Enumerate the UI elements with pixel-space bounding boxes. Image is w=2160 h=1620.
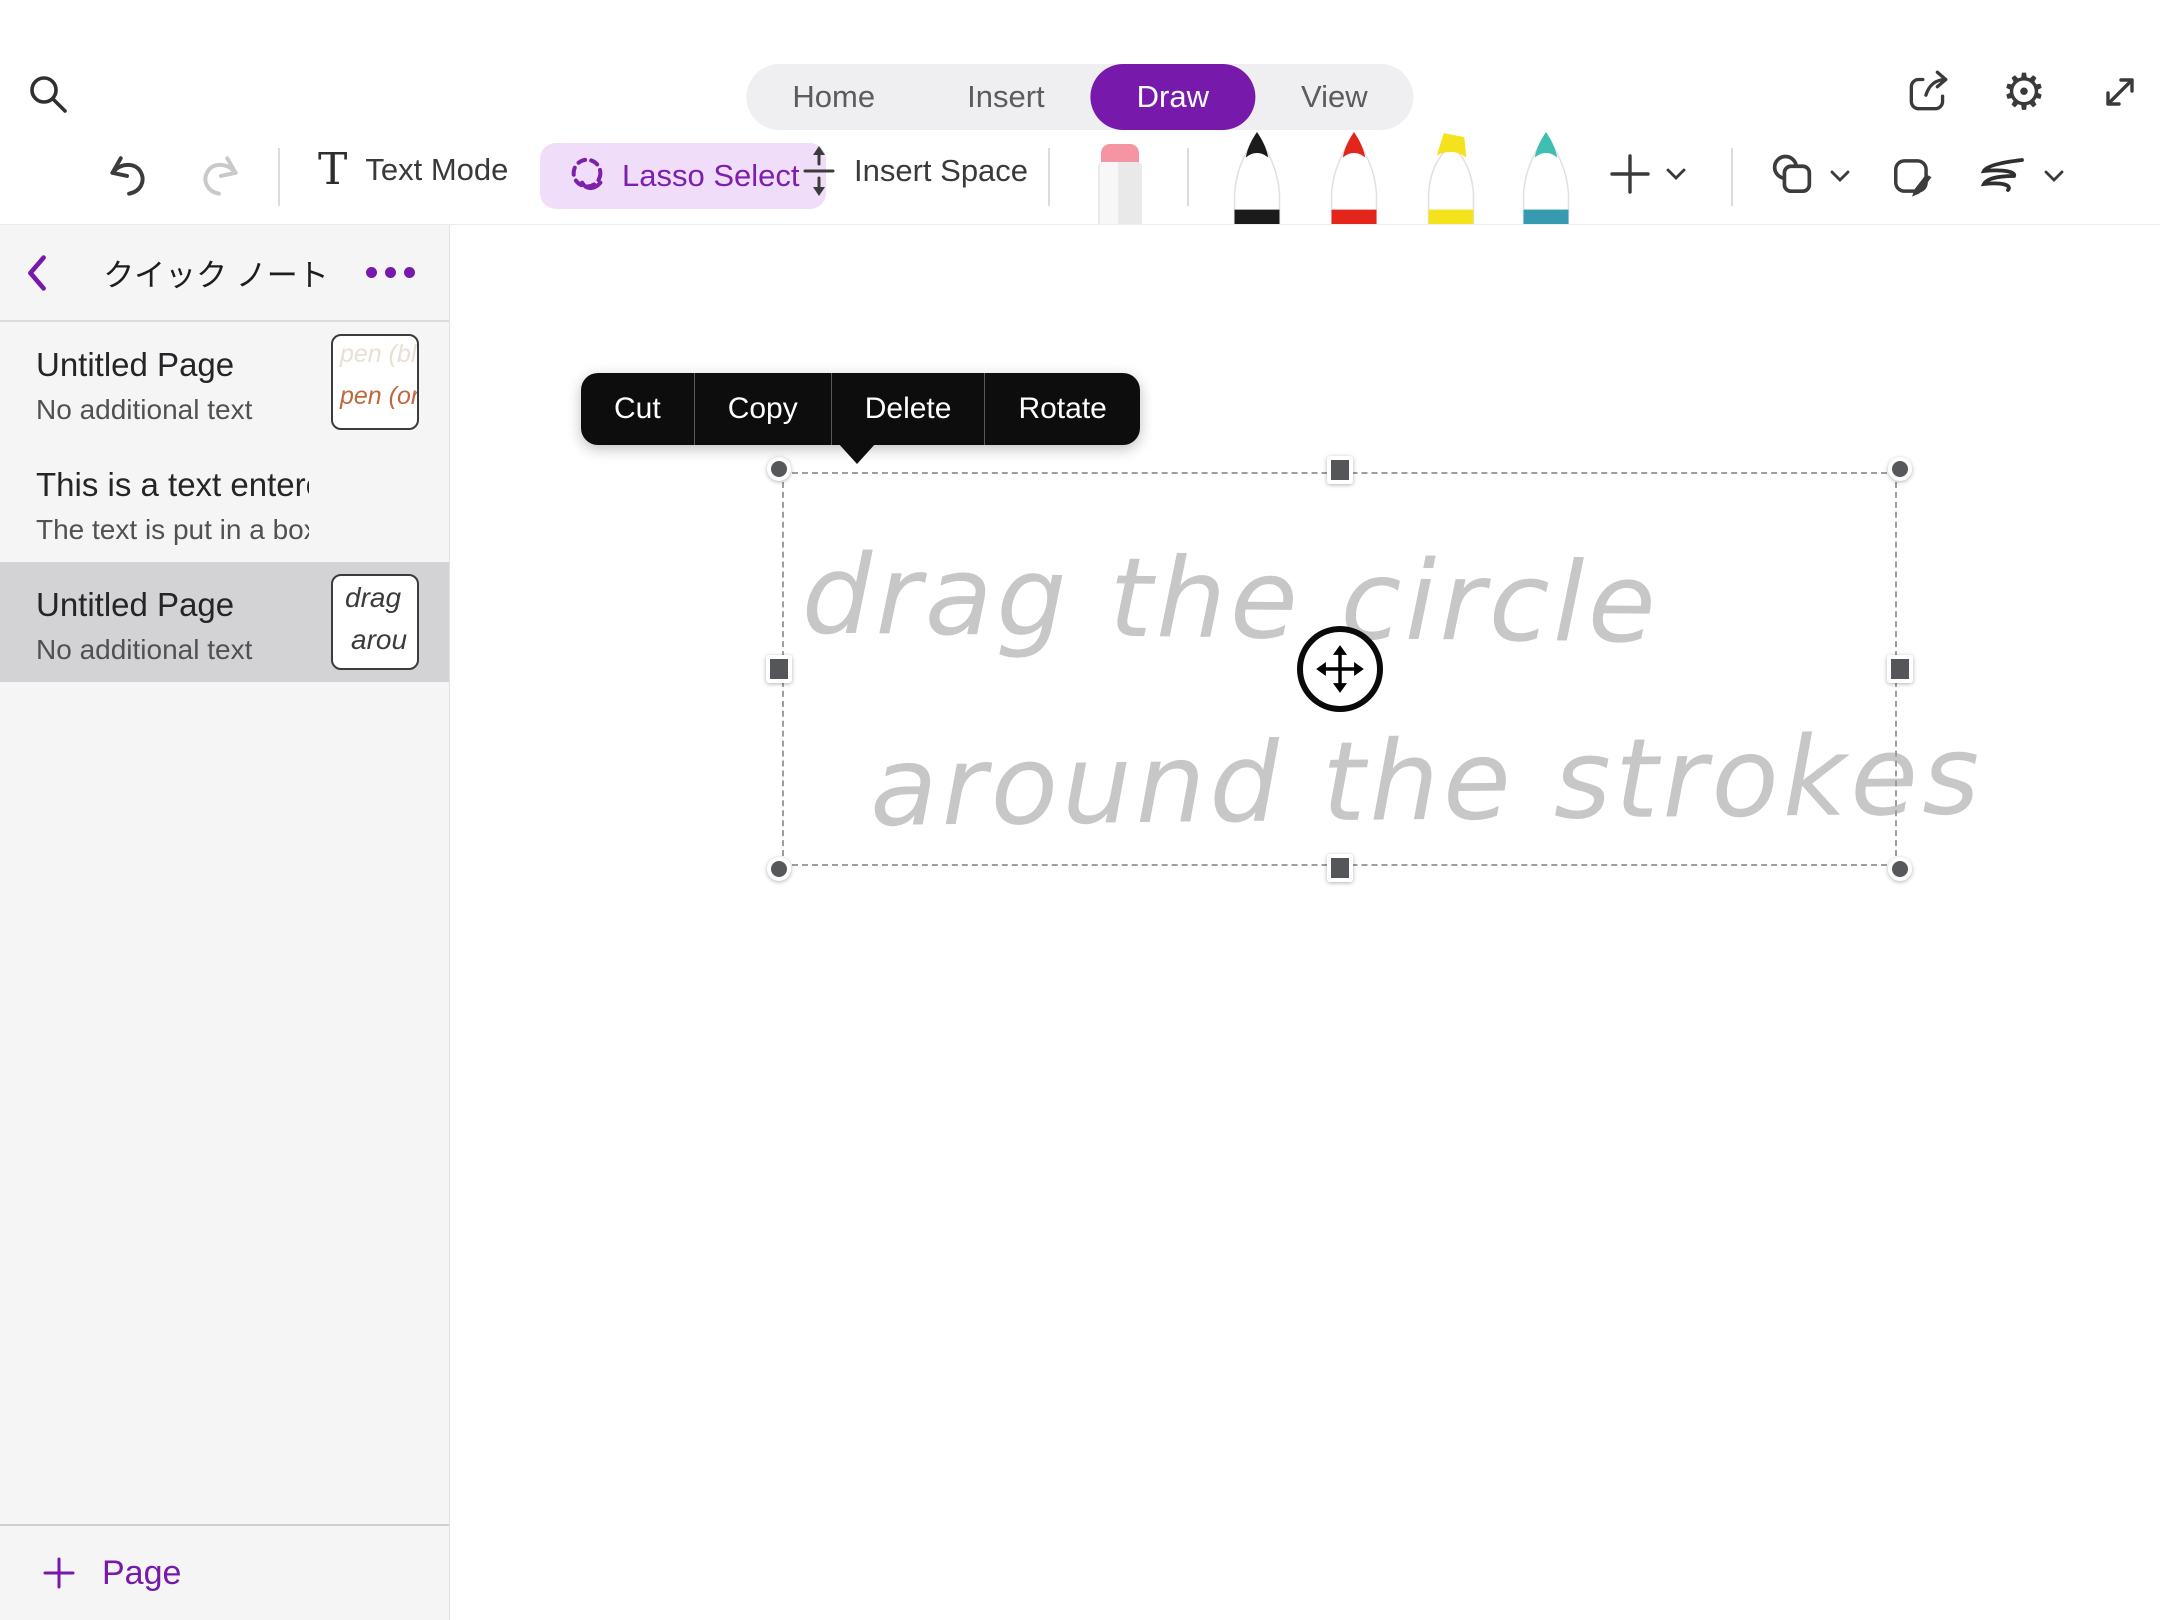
eraser-icon — [1088, 142, 1152, 225]
ink-replay-button[interactable] — [1972, 154, 2064, 198]
chevron-left-icon — [26, 255, 48, 291]
share-icon — [1903, 67, 1953, 117]
page-list-sidebar: クイック ノート Untitled Page No additional tex… — [0, 225, 450, 1620]
text-mode-label: Text Mode — [365, 152, 508, 188]
context-menu-tail — [838, 443, 876, 464]
page-subtitle: The text is put in a box called… — [36, 514, 309, 546]
redo-icon — [196, 152, 246, 202]
page-title: Untitled Page — [36, 346, 309, 384]
draw-toolbar: T Text Mode Lasso Select — [0, 130, 2160, 225]
back-button[interactable] — [26, 251, 66, 295]
red-pen-tool[interactable] — [1321, 130, 1387, 225]
expand-icon — [2096, 68, 2144, 116]
search-button[interactable] — [22, 68, 74, 120]
undo-button[interactable] — [102, 152, 152, 202]
selection-context-menu: Cut Copy Delete Rotate — [581, 373, 1140, 445]
lasso-label: Lasso Select — [622, 158, 800, 194]
delete-menu-item[interactable]: Delete — [832, 373, 985, 445]
tab-insert[interactable]: Insert — [921, 64, 1091, 130]
page-thumbnail: drag arou — [331, 574, 419, 670]
more-options-button[interactable] — [366, 257, 415, 288]
page-title: Untitled Page — [36, 586, 309, 624]
onenote-app: Home Insert Draw View ⚙ — [0, 0, 2160, 1620]
page-subtitle: No additional text — [36, 394, 309, 426]
tab-view[interactable]: View — [1255, 64, 1414, 130]
chevron-down-icon — [2044, 170, 2064, 183]
chevron-down-icon — [1830, 170, 1850, 183]
resize-handle-right[interactable] — [1887, 655, 1913, 683]
chevron-down-icon — [1666, 168, 1686, 181]
resize-handle-left[interactable] — [766, 655, 792, 683]
note-pen-icon — [1886, 150, 1938, 202]
copy-menu-item[interactable]: Copy — [695, 373, 831, 445]
move-arrows-icon — [1314, 643, 1366, 695]
cut-menu-item[interactable]: Cut — [581, 373, 694, 445]
shapes-button[interactable] — [1766, 150, 1850, 202]
toolbar-divider — [1048, 148, 1050, 206]
page-list-item[interactable]: This is a text entered in… The text is p… — [0, 442, 449, 562]
resize-handle-top-right[interactable] — [1888, 457, 1912, 481]
window-actions: ⚙ — [1902, 66, 2146, 118]
ellipsis-icon — [366, 267, 377, 278]
share-button[interactable] — [1902, 66, 1954, 118]
lasso-icon — [566, 155, 608, 197]
undo-icon — [102, 152, 152, 202]
redo-button[interactable] — [196, 152, 246, 202]
resize-handle-bottom-right[interactable] — [1888, 857, 1912, 881]
search-icon — [22, 68, 74, 120]
page-subtitle: No additional text — [36, 634, 309, 666]
plus-icon — [42, 1556, 76, 1590]
insert-space-icon — [800, 144, 838, 198]
plus-icon — [1608, 152, 1652, 196]
tab-home[interactable]: Home — [746, 64, 921, 130]
squiggle-icon — [1972, 154, 2030, 198]
highlighter-tool[interactable] — [1418, 130, 1484, 225]
toolbar-divider — [278, 148, 280, 206]
insert-space-label: Insert Space — [854, 153, 1028, 189]
fullscreen-button[interactable] — [2094, 66, 2146, 118]
resize-handle-top-left[interactable] — [767, 457, 791, 481]
toolbar-divider — [1731, 148, 1733, 206]
eraser-tool[interactable] — [1088, 142, 1152, 225]
resize-handle-bottom[interactable] — [1327, 854, 1353, 882]
page-title: This is a text entered in… — [36, 466, 309, 504]
settings-button[interactable]: ⚙ — [1998, 66, 2050, 118]
lasso-selection-box[interactable] — [782, 472, 1897, 866]
resize-handle-top[interactable] — [1327, 456, 1353, 484]
sticky-note-button[interactable] — [1886, 150, 1938, 202]
tab-draw[interactable]: Draw — [1091, 64, 1255, 130]
page-list-item[interactable]: Untitled Page No additional text pen (bl… — [0, 322, 449, 442]
add-page-label: Page — [102, 1554, 181, 1593]
move-selection-button[interactable] — [1297, 626, 1383, 712]
add-page-button[interactable]: Page — [0, 1524, 449, 1620]
shapes-icon — [1766, 150, 1818, 202]
add-pen-button[interactable] — [1608, 152, 1686, 196]
lasso-select-button[interactable]: Lasso Select — [540, 143, 826, 209]
page-thumbnail: pen (bl pen (ora — [331, 334, 419, 430]
insert-space-button[interactable]: Insert Space — [800, 144, 1028, 198]
note-canvas[interactable]: drag the circle around the strokes — [450, 225, 2160, 1620]
toolbar-divider — [1187, 148, 1189, 206]
notebook-title: クイック ノート — [66, 250, 366, 295]
sidebar-header: クイック ノート — [0, 225, 449, 322]
resize-handle-bottom-left[interactable] — [767, 857, 791, 881]
ribbon-tabs: Home Insert Draw View — [746, 64, 1413, 130]
top-bar: Home Insert Draw View ⚙ — [0, 0, 2160, 130]
black-pen-tool[interactable] — [1224, 130, 1290, 225]
page-list-item-selected[interactable]: Untitled Page No additional text drag ar… — [0, 562, 449, 682]
galaxy-pen-tool[interactable] — [1513, 130, 1579, 225]
gear-icon: ⚙ — [2002, 67, 2047, 117]
main-area: クイック ノート Untitled Page No additional tex… — [0, 225, 2160, 1620]
rotate-menu-item[interactable]: Rotate — [985, 373, 1139, 445]
text-mode-button[interactable]: T Text Mode — [318, 144, 508, 195]
text-mode-icon: T — [318, 144, 347, 195]
